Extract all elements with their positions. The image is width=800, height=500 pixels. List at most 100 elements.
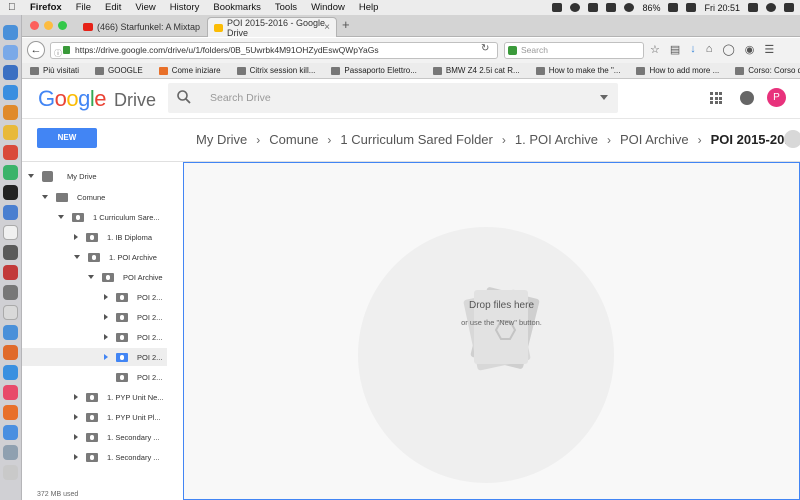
expand-toggle-icon[interactable] — [58, 215, 64, 219]
apple-icon[interactable]:  — [8, 2, 22, 13]
volume-icon[interactable] — [624, 3, 635, 12]
menu-window[interactable]: Window — [311, 2, 345, 13]
search-options-dropdown-icon[interactable] — [600, 95, 608, 100]
tree-item-poi-archive-2[interactable]: POI Archive — [88, 268, 163, 286]
dock-app-icon[interactable] — [3, 425, 18, 440]
menu-view[interactable]: View — [135, 2, 155, 13]
expand-toggle-icon[interactable] — [74, 414, 78, 420]
dock-app-icon[interactable] — [3, 365, 18, 380]
status-icon[interactable] — [588, 3, 599, 12]
url-bar[interactable]: ⓘ https://drive.google.com/drive/u/1/fol… — [50, 42, 498, 59]
dock-app-icon[interactable] — [3, 265, 18, 280]
menu-hamburger-icon[interactable]: ☰ — [764, 43, 774, 56]
tab-google-drive[interactable]: POI 2015-2016 - Google Drive × — [207, 17, 337, 38]
expand-toggle-icon[interactable] — [104, 294, 108, 300]
expand-toggle-icon[interactable] — [74, 234, 78, 240]
menu-file[interactable]: File — [76, 2, 91, 13]
zoom-window-button[interactable] — [58, 21, 67, 30]
home-icon[interactable]: ⌂ — [706, 43, 713, 56]
dock-app-icon[interactable] — [3, 445, 18, 460]
tree-item-secondary-1[interactable]: 1. Secondary ... — [74, 428, 160, 446]
tree-item-curriculum[interactable]: 1 Curriculum Sare... — [58, 208, 160, 226]
bookmark-item[interactable]: GOOGLE — [95, 66, 143, 75]
tree-item-poi-2[interactable]: POI 2... — [104, 328, 162, 346]
menu-bookmarks[interactable]: Bookmarks — [213, 2, 261, 13]
close-window-button[interactable] — [30, 21, 39, 30]
breadcrumb-item[interactable]: Comune — [269, 132, 318, 147]
breadcrumb-item[interactable]: POI Archive — [620, 132, 689, 147]
status-icon[interactable] — [570, 3, 581, 12]
bookmark-item[interactable]: Passaporto Elettro... — [331, 66, 417, 75]
close-tab-icon[interactable]: × — [324, 22, 330, 33]
google-apps-icon[interactable] — [710, 92, 722, 104]
dock-app-icon[interactable] — [3, 285, 18, 300]
tree-item-ib-diploma[interactable]: 1. IB Diploma — [74, 228, 152, 246]
menu-app-firefox[interactable]: Firefox — [30, 2, 62, 13]
finder-icon[interactable] — [3, 25, 18, 40]
menu-edit[interactable]: Edit — [105, 2, 121, 13]
expand-toggle-icon[interactable] — [74, 394, 78, 400]
bookmark-item[interactable]: Citrix session kill... — [236, 66, 315, 75]
breadcrumb-item[interactable]: 1 Curriculum Sared Folder — [340, 132, 492, 147]
tree-item-pyp-unit-pl[interactable]: 1. PYP Unit Pl... — [74, 408, 161, 426]
back-button[interactable]: ← — [27, 41, 45, 59]
downloads-icon[interactable]: ↓ — [690, 43, 696, 56]
expand-toggle-icon[interactable] — [74, 454, 78, 460]
dock-app-icon[interactable] — [3, 405, 18, 420]
tree-item-my-drive[interactable]: My Drive — [28, 167, 97, 185]
dock-app-icon[interactable] — [3, 165, 18, 180]
dock-app-icon[interactable] — [3, 205, 18, 220]
status-icon[interactable] — [552, 3, 563, 12]
notifications-bell-icon[interactable] — [740, 91, 754, 105]
tab-youtube[interactable]: (466) Starfunkel: A Mixtap — [77, 17, 207, 37]
expand-toggle-icon[interactable] — [28, 174, 34, 178]
search-engine-icon[interactable] — [508, 46, 517, 55]
dock-app-icon[interactable] — [3, 65, 18, 80]
user-icon[interactable] — [766, 3, 776, 12]
dock-app-icon[interactable] — [3, 225, 18, 240]
tree-item-pyp-unit-ne[interactable]: 1. PYP Unit Ne... — [74, 388, 164, 406]
breadcrumb-item[interactable]: My Drive — [196, 132, 247, 147]
reading-list-icon[interactable]: ▤ — [670, 43, 680, 56]
expand-toggle-icon[interactable] — [88, 275, 94, 279]
trash-icon[interactable] — [3, 465, 18, 480]
bookmark-item[interactable]: BMW Z4 2.5i cat R... — [432, 66, 520, 75]
breadcrumb-item[interactable]: 1. POI Archive — [515, 132, 598, 147]
expand-toggle-icon[interactable] — [74, 255, 80, 259]
dock-app-icon[interactable] — [3, 305, 18, 320]
menubar-clock[interactable]: Fri 20:51 — [704, 3, 740, 13]
new-tab-button[interactable]: + — [342, 17, 350, 32]
bookmark-item[interactable]: Come iniziare — [158, 66, 221, 75]
battery-icon[interactable] — [668, 3, 679, 12]
dock-app-icon[interactable] — [3, 345, 18, 360]
extension-icon[interactable]: ◉ — [745, 43, 755, 56]
menu-history[interactable]: History — [170, 2, 200, 13]
bookmark-item[interactable]: How to make the "... — [535, 66, 620, 75]
tree-item-poi-archive-1[interactable]: 1. POI Archive — [74, 248, 157, 266]
bookmark-item[interactable]: How to add more ... — [636, 66, 719, 75]
drive-search-bar[interactable]: Search Drive — [168, 83, 618, 113]
pocket-icon[interactable]: ◯ — [722, 43, 734, 56]
chrome-icon[interactable] — [3, 125, 18, 140]
minimize-window-button[interactable] — [44, 21, 53, 30]
browser-search-field[interactable]: Search — [504, 42, 644, 59]
expand-toggle-icon[interactable] — [104, 314, 108, 320]
drop-zone[interactable]: Drop files here or use the "New" button. — [183, 162, 800, 500]
flag-icon[interactable] — [686, 3, 697, 12]
tree-item-comune[interactable]: Comune — [42, 188, 105, 206]
safari-icon[interactable] — [3, 85, 18, 100]
bookmark-item[interactable]: Più visitati — [30, 66, 79, 75]
expand-toggle-icon[interactable] — [104, 354, 108, 360]
notification-center-icon[interactable] — [784, 3, 794, 12]
expand-toggle-icon[interactable] — [74, 434, 78, 440]
account-avatar[interactable]: P — [767, 88, 786, 107]
dock-app-icon[interactable] — [3, 325, 18, 340]
expand-toggle-icon[interactable] — [104, 334, 108, 340]
spotlight-icon[interactable] — [748, 3, 758, 12]
menu-tools[interactable]: Tools — [275, 2, 297, 13]
tree-item-poi-2[interactable]: POI 2... — [104, 288, 162, 306]
tree-item-secondary-2[interactable]: 1. Secondary ... — [74, 448, 160, 466]
dock-app-icon[interactable] — [3, 45, 18, 60]
google-drive-logo[interactable]: Google Drive — [38, 86, 156, 112]
dock-app-icon[interactable] — [3, 105, 18, 120]
